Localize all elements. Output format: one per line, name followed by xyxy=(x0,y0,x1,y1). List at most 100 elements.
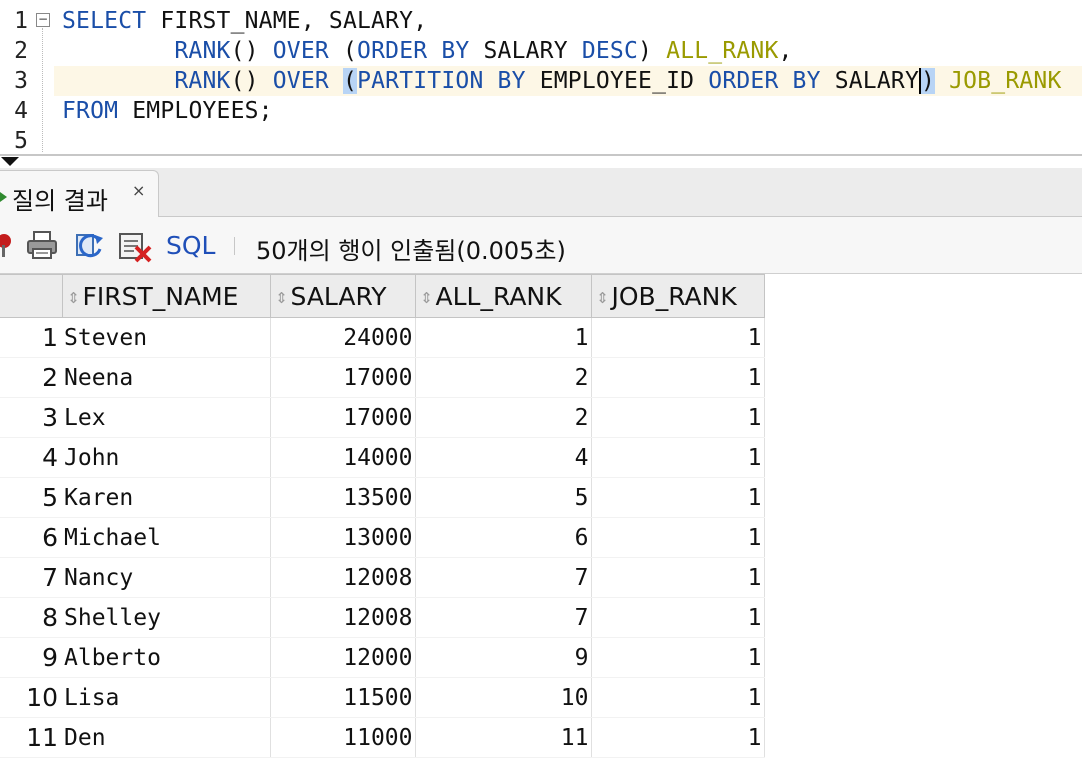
cell-all-rank[interactable]: 2 xyxy=(415,397,592,438)
cell-salary[interactable]: 12000 xyxy=(270,637,416,678)
cell-first-name[interactable]: Lisa xyxy=(62,677,271,718)
cell-salary[interactable]: 14000 xyxy=(270,437,416,478)
cell-first-name[interactable]: Karen xyxy=(62,477,271,518)
table-row[interactable]: 7 Nancy 12008 7 1 xyxy=(0,557,765,598)
cell-job-rank[interactable]: 1 xyxy=(591,717,765,758)
clear-icon[interactable] xyxy=(118,231,154,267)
table-row[interactable]: 4 John 14000 4 1 xyxy=(0,437,765,478)
pin-icon[interactable] xyxy=(0,231,16,263)
fetch-status-text: 50개의 행이 인출됨(0.005초) xyxy=(256,237,566,265)
code-line[interactable]: SELECT FIRST_NAME, SALARY, xyxy=(62,6,1082,36)
result-grid[interactable]: ⇕ FIRST_NAME ⇕ SALARY ⇕ ALL_RANK ⇕ JOB_RANK … xyxy=(0,274,1082,764)
refresh-icon[interactable] xyxy=(74,231,106,267)
cell-all-rank[interactable]: 2 xyxy=(415,357,592,398)
cell-first-name[interactable]: Den xyxy=(62,717,271,758)
cell-all-rank[interactable]: 10 xyxy=(415,677,592,718)
column-header-label: SALARY xyxy=(290,281,387,311)
cell-all-rank[interactable]: 4 xyxy=(415,437,592,478)
cell-job-rank[interactable]: 1 xyxy=(591,637,765,678)
cell-first-name[interactable]: Neena xyxy=(62,357,271,398)
column-header-label: JOB_RANK xyxy=(611,281,737,311)
code-line-current[interactable]: RANK() OVER (PARTITION BY EMPLOYEE_ID OR… xyxy=(54,66,1082,96)
code-token: SALARY xyxy=(469,38,582,64)
table-row[interactable]: 8 Shelley 12008 7 1 xyxy=(0,597,765,638)
cell-first-name[interactable]: Steven xyxy=(62,317,271,358)
column-header-all-rank[interactable]: ⇕ ALL_RANK xyxy=(414,274,592,318)
cell-job-rank[interactable]: 1 xyxy=(591,357,765,398)
sort-icon[interactable]: ⇕ xyxy=(418,290,436,305)
cell-job-rank[interactable]: 1 xyxy=(591,677,765,718)
sql-editor[interactable]: 12345 − SELECT FIRST_NAME, SALARY, RANK(… xyxy=(0,0,1082,154)
collapse-triangle-icon[interactable] xyxy=(1,157,19,166)
table-row[interactable]: 6 Michael 13000 6 1 xyxy=(0,517,765,558)
cell-all-rank[interactable]: 6 xyxy=(415,517,592,558)
sort-icon[interactable]: ⇕ xyxy=(273,290,291,305)
cell-all-rank[interactable]: 5 xyxy=(415,477,592,518)
cell-salary[interactable]: 24000 xyxy=(270,317,416,358)
sql-keyword: FROM xyxy=(62,98,119,124)
table-row[interactable]: 2 Neena 17000 2 1 xyxy=(0,357,765,398)
row-number: 1 xyxy=(0,317,62,358)
cell-salary[interactable]: 13000 xyxy=(270,517,416,558)
cell-salary[interactable]: 17000 xyxy=(270,397,416,438)
print-icon[interactable] xyxy=(26,231,58,263)
cell-salary[interactable]: 13500 xyxy=(270,477,416,518)
cell-all-rank[interactable]: 7 xyxy=(415,597,592,638)
sql-keyword: ORDER BY xyxy=(357,38,470,64)
cell-job-rank[interactable]: 1 xyxy=(591,317,765,358)
table-row[interactable]: 11 Den 11000 11 1 xyxy=(0,717,765,758)
cell-all-rank[interactable]: 7 xyxy=(415,557,592,598)
cell-first-name[interactable]: Alberto xyxy=(62,637,271,678)
cell-salary[interactable]: 17000 xyxy=(270,357,416,398)
code-token: EMPLOYEE_ID xyxy=(525,68,709,94)
cell-salary[interactable]: 12008 xyxy=(270,557,416,598)
sql-view-link[interactable]: SQL xyxy=(166,231,215,260)
code-token: ) xyxy=(638,38,667,64)
sql-keyword: OVER xyxy=(272,68,329,94)
cell-salary[interactable]: 12008 xyxy=(270,597,416,638)
sort-icon[interactable]: ⇕ xyxy=(65,290,83,305)
cell-all-rank[interactable]: 11 xyxy=(415,717,592,758)
cell-all-rank[interactable]: 1 xyxy=(415,317,592,358)
code-line[interactable]: RANK() OVER (ORDER BY SALARY DESC) ALL_R… xyxy=(62,36,1082,66)
sql-keyword: OVER xyxy=(272,38,329,64)
cell-job-rank[interactable]: 1 xyxy=(591,397,765,438)
table-row[interactable]: 3 Lex 17000 2 1 xyxy=(0,397,765,438)
cell-first-name[interactable]: Nancy xyxy=(62,557,271,598)
cell-salary[interactable]: 11000 xyxy=(270,717,416,758)
tab-query-result[interactable]: 질의 결과 × xyxy=(0,170,159,217)
cell-job-rank[interactable]: 1 xyxy=(591,477,765,518)
fold-toggle-icon[interactable]: − xyxy=(36,13,50,27)
row-number: 11 xyxy=(0,717,62,758)
table-row[interactable]: 9 Alberto 12000 9 1 xyxy=(0,637,765,678)
code-token: () xyxy=(230,68,273,94)
cell-job-rank[interactable]: 1 xyxy=(591,597,765,638)
table-row[interactable]: 5 Karen 13500 5 1 xyxy=(0,477,765,518)
cell-job-rank[interactable]: 1 xyxy=(591,557,765,598)
cell-first-name[interactable]: Shelley xyxy=(62,597,271,638)
code-line[interactable] xyxy=(62,126,1082,154)
line-number-gutter: 1 2 3 4 5 xyxy=(0,6,30,154)
cell-all-rank[interactable]: 9 xyxy=(415,637,592,678)
cell-first-name[interactable]: John xyxy=(62,437,271,478)
cell-first-name[interactable]: Michael xyxy=(62,517,271,558)
editor-splitter[interactable] xyxy=(0,154,1082,156)
table-row[interactable]: 1 Steven 24000 1 1 xyxy=(0,317,765,358)
line-number: 5 xyxy=(14,128,28,154)
cell-job-rank[interactable]: 1 xyxy=(591,517,765,558)
code-line[interactable]: FROM EMPLOYEES; xyxy=(62,96,1082,126)
cell-first-name[interactable]: Lex xyxy=(62,397,271,438)
code-area[interactable]: SELECT FIRST_NAME, SALARY, RANK() OVER (… xyxy=(54,6,1082,154)
table-row[interactable]: 10 Lisa 11500 10 1 xyxy=(0,677,765,718)
tab-close-icon[interactable]: × xyxy=(132,181,145,200)
sort-icon[interactable]: ⇕ xyxy=(594,290,612,305)
row-number: 10 xyxy=(0,677,62,718)
column-header-salary[interactable]: ⇕ SALARY xyxy=(269,274,416,318)
cell-salary[interactable]: 11500 xyxy=(270,677,416,718)
cell-job-rank[interactable]: 1 xyxy=(591,437,765,478)
column-header-label: ALL_RANK xyxy=(435,281,562,311)
column-header-job-rank[interactable]: ⇕ JOB_RANK xyxy=(590,274,765,318)
column-header-first-name[interactable]: ⇕ FIRST_NAME xyxy=(61,274,271,318)
row-number: 3 xyxy=(0,397,62,438)
